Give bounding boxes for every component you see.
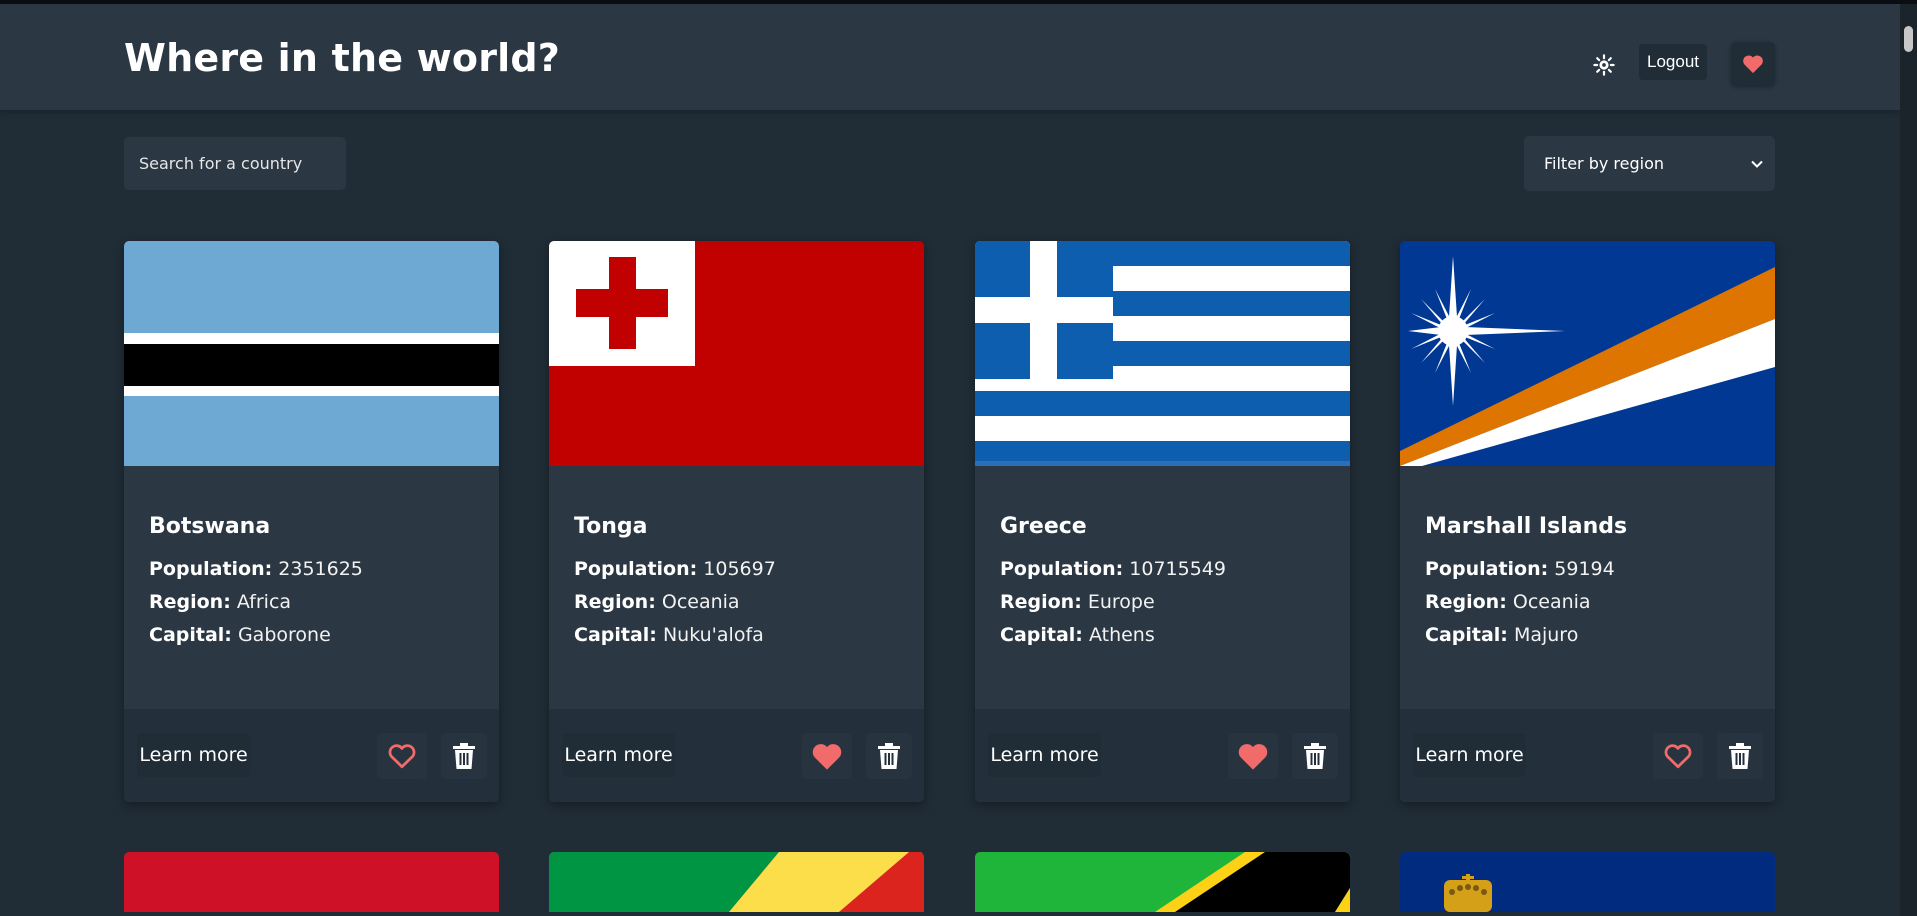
card-info: Botswana Population: 2351625 Region: Afr… — [149, 514, 363, 652]
card-actions: Learn more — [124, 709, 499, 802]
country-name: Botswana — [149, 514, 271, 539]
region-label: Region: — [149, 591, 231, 613]
region-row: Region: Oceania — [1425, 586, 1627, 619]
region-filter-label: Filter by region — [1544, 154, 1665, 173]
country-card[interactable] — [124, 852, 499, 912]
country-flag — [1400, 852, 1775, 912]
region-label: Region: — [1425, 591, 1507, 613]
logout-button[interactable]: Logout — [1639, 44, 1707, 80]
country-name: Greece — [1000, 514, 1087, 539]
capital-value: Athens — [1088, 624, 1155, 646]
population-value: 2351625 — [278, 558, 363, 580]
learn-more-button[interactable]: Learn more — [562, 733, 675, 777]
learn-more-button[interactable]: Learn more — [137, 733, 250, 777]
card-actions: Learn more — [1400, 709, 1775, 802]
population-row: Population: 105697 — [574, 553, 776, 586]
theme-toggle-button[interactable] — [1586, 48, 1622, 82]
country-name: Tonga — [574, 514, 648, 539]
delete-button[interactable] — [866, 733, 912, 779]
page-title: Where in the world? — [124, 36, 561, 80]
country-card[interactable]: Greece Population: 10715549 Region: Euro… — [975, 241, 1350, 802]
scrollbar-thumb[interactable] — [1904, 26, 1913, 52]
card-info: Greece Population: 10715549 Region: Euro… — [1000, 514, 1226, 652]
learn-more-button[interactable]: Learn more — [1413, 733, 1526, 777]
country-flag-greece — [975, 241, 1350, 466]
delete-button[interactable] — [1717, 733, 1763, 779]
population-row: Population: 2351625 — [149, 553, 363, 586]
trash-icon — [453, 743, 475, 769]
search-input[interactable]: Search for a country — [124, 137, 346, 190]
region-row: Region: Oceania — [574, 586, 776, 619]
country-flag-tonga — [549, 241, 924, 466]
country-card[interactable] — [549, 852, 924, 912]
country-name: Marshall Islands — [1425, 514, 1628, 539]
capital-row: Capital: Nuku'alofa — [574, 619, 776, 652]
country-card[interactable]: Marshall Islands Population: 59194 Regio… — [1400, 241, 1775, 802]
country-card[interactable]: Botswana Population: 2351625 Region: Afr… — [124, 241, 499, 802]
favorite-toggle-button[interactable] — [802, 733, 852, 779]
population-value: 10715549 — [1129, 558, 1226, 580]
country-flag — [124, 852, 499, 912]
heart-outline-icon — [388, 744, 416, 769]
region-value: Oceania — [661, 591, 740, 613]
country-flag — [975, 852, 1350, 912]
heart-filled-icon — [1238, 743, 1268, 770]
capital-value: Gaborone — [237, 624, 331, 646]
country-card[interactable]: Tonga Population: 105697 Region: Oceania… — [549, 241, 924, 802]
heart-filled-icon — [812, 743, 842, 770]
population-value: 59194 — [1554, 558, 1615, 580]
heart-outline-icon — [1664, 744, 1692, 769]
region-value: Europe — [1087, 591, 1155, 613]
population-value: 105697 — [703, 558, 776, 580]
country-card[interactable] — [975, 852, 1350, 912]
country-flag — [549, 852, 924, 912]
region-value: Africa — [236, 591, 292, 613]
population-row: Population: 59194 — [1425, 553, 1627, 586]
capital-label: Capital: — [1000, 624, 1083, 646]
page-scrollbar[interactable] — [1900, 4, 1917, 916]
population-label: Population: — [574, 558, 698, 580]
sun-icon — [1593, 54, 1615, 76]
card-actions: Learn more — [975, 709, 1350, 802]
population-label: Population: — [1425, 558, 1549, 580]
trash-icon — [1729, 743, 1751, 769]
region-filter-select[interactable]: Filter by region — [1524, 136, 1775, 191]
trash-icon — [878, 743, 900, 769]
card-actions: Learn more — [549, 709, 924, 802]
trash-icon — [1304, 743, 1326, 769]
heart-icon — [1743, 55, 1763, 74]
chevron-down-icon — [1751, 160, 1763, 168]
capital-row: Capital: Gaborone — [149, 619, 363, 652]
population-label: Population: — [149, 558, 273, 580]
card-info: Marshall Islands Population: 59194 Regio… — [1425, 514, 1627, 652]
learn-more-button[interactable]: Learn more — [988, 733, 1101, 777]
delete-button[interactable] — [441, 733, 487, 779]
card-info: Tonga Population: 105697 Region: Oceania… — [574, 514, 776, 652]
app-header: Where in the world? Logout — [0, 4, 1900, 110]
population-label: Population: — [1000, 558, 1124, 580]
favorites-button[interactable] — [1731, 42, 1775, 86]
delete-button[interactable] — [1292, 733, 1338, 779]
capital-label: Capital: — [1425, 624, 1508, 646]
country-flag-botswana — [124, 241, 499, 466]
favorite-toggle-button[interactable] — [377, 733, 427, 779]
capital-row: Capital: Athens — [1000, 619, 1226, 652]
capital-row: Capital: Majuro — [1425, 619, 1627, 652]
region-label: Region: — [1000, 591, 1082, 613]
capital-label: Capital: — [149, 624, 232, 646]
region-value: Oceania — [1512, 591, 1591, 613]
country-flag-marshall-islands — [1400, 241, 1775, 466]
population-row: Population: 10715549 — [1000, 553, 1226, 586]
capital-value: Majuro — [1513, 624, 1579, 646]
region-row: Region: Africa — [149, 586, 363, 619]
country-card[interactable] — [1400, 852, 1775, 912]
favorite-toggle-button[interactable] — [1228, 733, 1278, 779]
capital-label: Capital: — [574, 624, 657, 646]
region-row: Region: Europe — [1000, 586, 1226, 619]
region-label: Region: — [574, 591, 656, 613]
favorite-toggle-button[interactable] — [1653, 733, 1703, 779]
capital-value: Nuku'alofa — [662, 624, 764, 646]
